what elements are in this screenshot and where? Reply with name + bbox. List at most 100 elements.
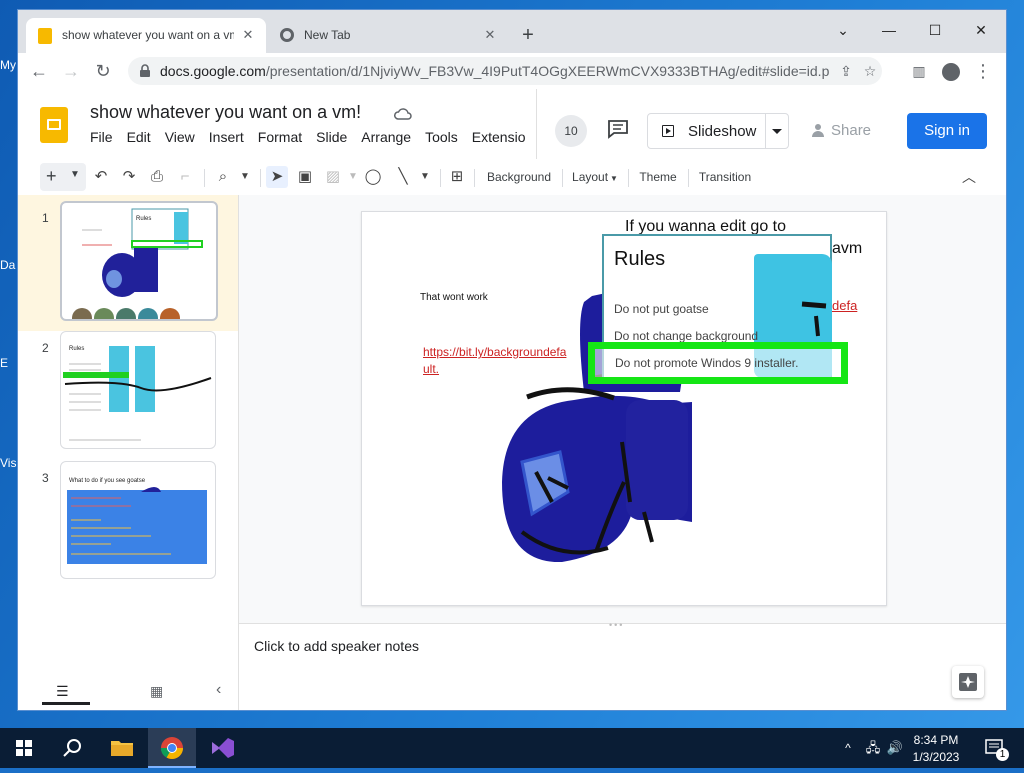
tab-search-chevron-icon[interactable]: ⌄	[820, 16, 866, 44]
side-panel-icon[interactable]: ▥	[906, 58, 932, 84]
select-cursor-icon[interactable]: ➤	[266, 166, 288, 188]
clock-time: 8:34 PM	[913, 733, 959, 747]
share-page-icon[interactable]: ⇪	[836, 61, 856, 81]
undo-icon[interactable]: ↶	[90, 166, 112, 188]
editing-toolbar: + ▼ ↶ ↷ ⎙ ⌐ ⌕ ▼ ➤ ▣ ▨ ▼ ◯ ╲ ▼ ⊞ Backgrou…	[18, 159, 1006, 196]
chrome-icon	[161, 737, 183, 759]
grid-view-icon[interactable]: ▦	[150, 683, 163, 700]
speaker-notes-placeholder[interactable]: Click to add speaker notes	[254, 638, 419, 654]
visual-studio-button[interactable]	[198, 728, 246, 768]
theme-button[interactable]: Theme	[636, 166, 680, 188]
transition-button[interactable]: Transition	[696, 166, 754, 188]
menu-tools[interactable]: Tools	[425, 129, 466, 145]
file-explorer-button[interactable]	[98, 728, 146, 768]
explore-button[interactable]	[952, 666, 984, 698]
chevron-down-icon: ▼	[70, 169, 80, 180]
background-button[interactable]: Background	[484, 166, 554, 188]
menu-arrange[interactable]: Arrange	[361, 129, 419, 145]
menu-file[interactable]: File	[90, 129, 121, 145]
menu-edit[interactable]: Edit	[127, 129, 159, 145]
menu-view[interactable]: View	[165, 129, 203, 145]
highlighted-rule[interactable]: Do not promote Windos 9 installer.	[588, 342, 848, 384]
add-comment-icon[interactable]: ⊞	[446, 166, 468, 188]
forward-button[interactable]: →	[58, 58, 84, 84]
url-text[interactable]: docs.google.com/presentation/d/1NjviyWv_…	[160, 63, 829, 79]
chrome-taskbar-button[interactable]	[148, 728, 196, 768]
activity-badge[interactable]: 10	[555, 115, 587, 147]
tab-slides[interactable]: show whatever you want on a vm ✕	[26, 18, 266, 53]
chrome-favicon-icon	[280, 28, 294, 42]
desktop-icon-label[interactable]: Vis	[0, 456, 20, 470]
reload-button[interactable]: ↻	[90, 58, 116, 84]
search-button[interactable]	[48, 728, 96, 768]
slide-number: 3	[42, 471, 49, 485]
slideshow-dropdown-icon[interactable]	[765, 114, 788, 148]
maximize-button[interactable]: ☐	[912, 16, 958, 44]
new-tab-button[interactable]: +	[516, 24, 540, 48]
bookmark-star-icon[interactable]: ☆	[860, 61, 880, 81]
shape-icon[interactable]: ◯	[362, 166, 384, 188]
layout-button[interactable]: Layout ▼	[570, 166, 620, 188]
menu-slide[interactable]: Slide	[316, 129, 355, 145]
speaker-notes[interactable]: ••• Click to add speaker notes	[239, 620, 1006, 710]
chrome-menu-icon[interactable]: ⋮	[970, 58, 996, 84]
menu-format[interactable]: Format	[258, 129, 310, 145]
paint-format-icon[interactable]: ⌐	[174, 166, 196, 188]
back-button[interactable]: ←	[26, 58, 52, 84]
sign-in-button[interactable]: Sign in	[907, 113, 987, 149]
resize-handle-icon[interactable]: •••	[609, 620, 624, 630]
text-box-icon[interactable]: ▣	[294, 166, 316, 188]
slide-thumbnail-3[interactable]: What to do if you see goatse	[60, 461, 216, 579]
volume-icon[interactable]: 🔊	[884, 728, 906, 768]
slideshow-button[interactable]: Slideshow	[647, 113, 789, 149]
slide-left-text[interactable]: That wont work	[420, 292, 488, 303]
clock[interactable]: 8:34 PM 1/3/2023	[908, 728, 964, 768]
profile-avatar-icon[interactable]	[938, 58, 964, 84]
slide-link[interactable]: https://bit.ly/backgroundefa ult.	[423, 344, 583, 378]
print-icon[interactable]: ⎙	[146, 166, 168, 188]
slide-link-tail[interactable]: defa	[832, 298, 857, 313]
share-button[interactable]: Share	[807, 113, 897, 149]
menu-extensions[interactable]: Extensio	[472, 129, 534, 145]
tab-close-icon[interactable]: ✕	[240, 27, 256, 43]
comment-icon[interactable]	[607, 119, 629, 139]
menu-insert[interactable]: Insert	[209, 129, 252, 145]
clock-date: 1/3/2023	[912, 750, 960, 764]
redo-icon[interactable]: ↷	[118, 166, 140, 188]
tray-expand-icon[interactable]: ^	[838, 728, 858, 768]
address-bar[interactable]: docs.google.com/presentation/d/1NjviyWv_…	[128, 57, 882, 85]
collapse-toolbar-icon[interactable]: ︿	[958, 166, 980, 188]
tab-close-icon[interactable]: ✕	[482, 27, 498, 43]
notification-button[interactable]: 1	[980, 728, 1010, 768]
toolbar-divider	[628, 169, 629, 187]
desktop-icon-label[interactable]: E	[0, 356, 20, 370]
zoom-dropdown-icon[interactable]: ▼	[234, 166, 256, 188]
filmstrip-view-icon[interactable]: ☰	[42, 680, 90, 705]
slide-thumbnail-2[interactable]: Rules	[60, 331, 216, 449]
line-icon[interactable]: ╲	[392, 166, 414, 188]
document-title[interactable]: show whatever you want on a vm!	[90, 102, 361, 123]
close-window-button[interactable]: ✕	[958, 16, 1004, 44]
slides-logo-icon[interactable]	[40, 107, 68, 143]
toolbar-divider	[260, 169, 261, 187]
slide-link-line2: ult.	[423, 362, 440, 376]
browser-toolbar: ← → ↻ docs.google.com/presentation/d/1Nj…	[18, 53, 1006, 89]
cloud-saved-icon[interactable]	[394, 107, 412, 121]
image-icon[interactable]: ▨	[322, 166, 344, 188]
new-slide-button[interactable]: + ▼	[40, 163, 86, 191]
network-icon[interactable]: 🖧	[862, 728, 884, 768]
desktop-icon-label[interactable]: My	[0, 58, 20, 72]
line-dropdown-icon[interactable]: ▼	[414, 166, 436, 188]
current-slide[interactable]: If you wanna edit go to avm defa That wo…	[361, 211, 887, 606]
image-dropdown-icon[interactable]: ▼	[342, 166, 364, 188]
start-button[interactable]	[0, 728, 48, 768]
zoom-icon[interactable]: ⌕	[212, 166, 234, 188]
header-actions: 10 Slideshow Share Sign in	[536, 89, 1006, 159]
slide-heading-line2-tail[interactable]: avm	[832, 240, 862, 258]
collapse-panel-icon[interactable]: ‹	[216, 681, 221, 699]
slide-thumbnail-1[interactable]: Rules	[60, 201, 218, 321]
desktop-icon-label[interactable]: Da	[0, 258, 20, 272]
minimize-button[interactable]: —	[866, 16, 912, 44]
slideshow-icon	[662, 125, 674, 137]
tab-new-tab[interactable]: New Tab ✕	[268, 18, 508, 53]
